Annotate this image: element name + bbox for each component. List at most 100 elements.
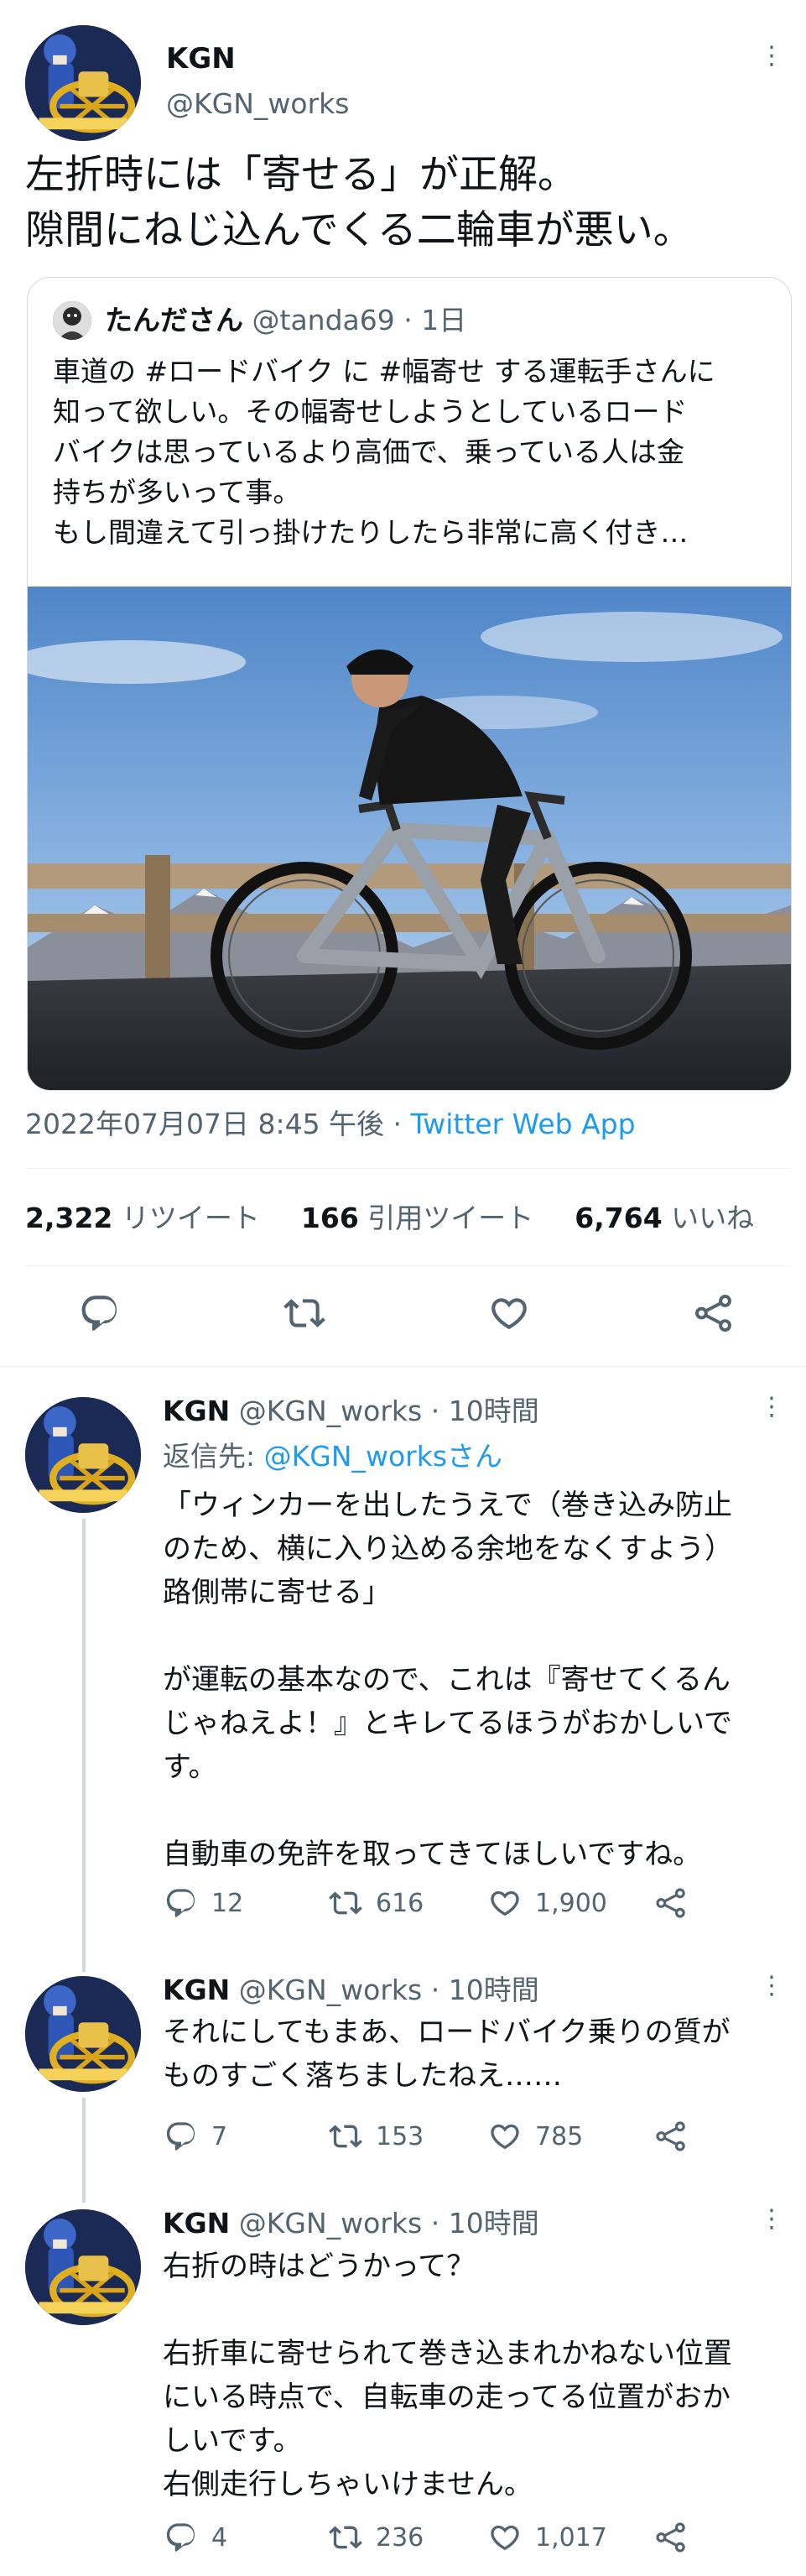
quoted-header: たんださん @tanda69 · 1日 [105, 301, 466, 340]
quoted-text: 車道の #ロードバイク に #幅寄せ する運転手さんに 知って欲しい。その幅寄せ… [53, 352, 774, 553]
reply-icon [79, 1292, 121, 1334]
retweet-button[interactable] [283, 1292, 325, 1334]
reply-text-line: 右折車に寄せられて巻き込まれかねない位置 [163, 2337, 732, 2370]
reply-button[interactable]: 7 [164, 2120, 227, 2153]
reply-count: 7 [211, 2121, 228, 2151]
quoted-avatar-image [53, 301, 91, 340]
quoted-avatar[interactable] [53, 301, 91, 340]
heart-icon [488, 1292, 530, 1334]
retweet-count: 616 [376, 1888, 424, 1918]
quoted-text-line: もし間違えて引っ掛けたりしたら非常に高く付き… [53, 516, 689, 549]
reply-actions: 4 236 1,017 [164, 2521, 718, 2558]
display-name[interactable]: KGN [166, 42, 236, 76]
like-count-group[interactable]: 6,764 いいね [575, 1202, 754, 1234]
more-icon[interactable]: ⋮ [759, 44, 784, 69]
share-icon [654, 2120, 688, 2153]
like-count: 1,017 [535, 2522, 607, 2553]
reply-to: 返信先: @KGN_worksさん [163, 1440, 502, 1473]
reply-text-line: しいです。 [163, 2424, 302, 2458]
like-button[interactable] [488, 1292, 530, 1334]
quoted-tweet-card[interactable]: たんださん @tanda69 · 1日 車道の #ロードバイク に #幅寄せ す… [27, 277, 792, 1091]
retweet-button[interactable]: 236 [329, 2521, 424, 2554]
more-icon[interactable]: ⋮ [759, 1974, 784, 1999]
share-button[interactable] [654, 1886, 688, 1920]
reply-text-line: 右折の時はどうかって？ [163, 2250, 476, 2283]
reply-button[interactable] [79, 1292, 121, 1334]
quote-count: 166 [300, 1202, 359, 1234]
retweet-icon [329, 2120, 362, 2153]
retweet-button[interactable]: 153 [329, 2120, 424, 2153]
reply-text-line [163, 2288, 783, 2332]
reply-display-name[interactable]: KGN [163, 2207, 230, 2240]
quote-count-group[interactable]: 166 引用ツイート [301, 1202, 543, 1234]
reply-header: KGN @KGN_works · 10時間 [163, 1395, 539, 1428]
reply-handle[interactable]: @KGN_works [239, 2207, 422, 2240]
retweet-button[interactable]: 616 [329, 1886, 424, 1920]
reply-text: それにしてもまあ、ロードバイク乗りの質が ものすごく落ちましたねえ…… [163, 2010, 783, 2098]
more-icon[interactable]: ⋮ [759, 2207, 784, 2232]
section-divider [0, 1366, 806, 1367]
share-button[interactable] [654, 2120, 688, 2153]
quoted-media-image[interactable] [28, 587, 791, 1090]
reply-handle[interactable]: @KGN_works [239, 1395, 422, 1427]
heart-icon [488, 2120, 522, 2153]
reply-time[interactable]: · 10時間 [431, 1974, 539, 2006]
retweet-icon [283, 1292, 325, 1334]
share-button[interactable] [654, 2521, 688, 2554]
reply-text: 「ウィンカーを出したうえで（巻き込み防止 のため、横に入り込める余地をなくすよう… [163, 1484, 783, 1876]
avatar-image [25, 2209, 141, 2325]
reply-header: KGN @KGN_works · 10時間 [163, 2207, 539, 2240]
thread-line [82, 2098, 86, 2203]
like-count: 6,764 [575, 1202, 663, 1234]
reply-display-name[interactable]: KGN [163, 1974, 230, 2006]
handle[interactable]: @KGN_works [166, 87, 349, 120]
tweet-meta: 2022年07月07日 8:45 午後 · Twitter Web App [25, 1106, 636, 1143]
reply-actions: 7 153 785 [164, 2120, 718, 2156]
reply-header: KGN @KGN_works · 10時間 [163, 1974, 539, 2007]
reply-actions: 12 616 1,900 [164, 1886, 718, 1923]
reply-to-handle[interactable]: @KGN_worksさん [264, 1440, 502, 1473]
reply-text-line: 「ウィンカーを出したうえで（巻き込み防止 [163, 1489, 732, 1522]
like-button[interactable]: 785 [488, 2120, 583, 2153]
retweet-count: 153 [376, 2121, 424, 2151]
retweet-label: リツイート [121, 1202, 260, 1234]
share-icon [693, 1292, 735, 1334]
reply-time[interactable]: · 10時間 [431, 2207, 539, 2240]
reply-handle[interactable]: @KGN_works [239, 1974, 422, 2006]
avatar[interactable] [25, 1397, 141, 1513]
reply-text-line: にいる時点で、自転車の走ってる位置がおか [163, 2380, 731, 2414]
like-button[interactable]: 1,017 [488, 2521, 607, 2554]
like-label: いいね [671, 1202, 755, 1234]
tweet-text: 左折時には「寄せる」が正解。 隙間にねじ込んでくる二輪車が悪い。 [25, 148, 693, 258]
reply-icon [164, 1886, 198, 1920]
avatar[interactable] [25, 2209, 141, 2325]
reply-text-line: ものすごく落ちましたねえ…… [163, 2059, 562, 2093]
like-button[interactable]: 1,900 [488, 1886, 607, 1920]
like-count: 785 [535, 2121, 584, 2151]
share-button[interactable] [693, 1292, 735, 1334]
reply-text: 右折の時はどうかって？ 右折車に寄せられて巻き込まれかねない位置 にいる時点で、… [163, 2245, 783, 2506]
avatar[interactable] [25, 1976, 141, 2092]
retweet-count-group[interactable]: 2,322 リツイート [25, 1202, 268, 1234]
quoted-handle[interactable]: @tanda69 [252, 304, 395, 336]
quoted-display-name[interactable]: たんださん [105, 304, 243, 336]
tweet-text-line: 隙間にねじ込んでくる二輪車が悪い。 [25, 207, 693, 253]
reply-text-line: す。 [163, 1750, 217, 1784]
reply-count: 12 [211, 1888, 244, 1918]
tweet-timestamp[interactable]: 2022年07月07日 8:45 午後 [25, 1108, 384, 1140]
reply-text-line: が運転の基本なので、これは『寄せてくるん [163, 1663, 731, 1697]
retweet-count: 2,322 [25, 1202, 113, 1234]
avatar[interactable] [25, 25, 141, 141]
reply-time[interactable]: · 10時間 [431, 1395, 539, 1427]
more-icon[interactable]: ⋮ [759, 1395, 784, 1420]
reply-display-name[interactable]: KGN [163, 1395, 230, 1427]
reply-text-line [163, 1614, 783, 1658]
retweet-count: 236 [376, 2522, 424, 2553]
tweet-client[interactable]: Twitter Web App [411, 1108, 636, 1140]
quoted-text-line: 知って欲しい。その幅寄せしようとしているロード [53, 395, 688, 428]
reply-icon [164, 2521, 198, 2554]
reply-button[interactable]: 12 [164, 1886, 243, 1920]
quoted-time[interactable]: · 1日 [403, 304, 466, 336]
reply-button[interactable]: 4 [164, 2521, 227, 2554]
reply-text-line [163, 1789, 783, 1833]
